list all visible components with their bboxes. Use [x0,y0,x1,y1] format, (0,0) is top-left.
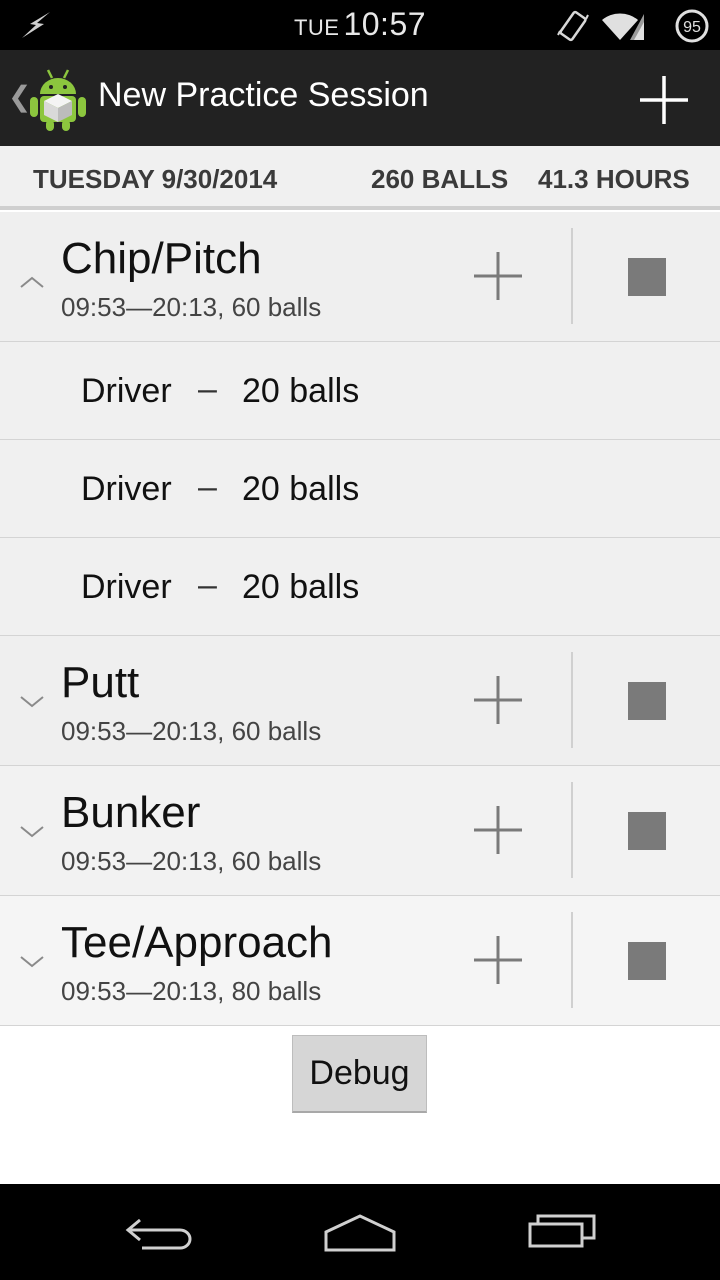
item-count: 20 balls [242,372,360,410]
add-to-group-button[interactable] [470,248,526,304]
add-to-group-button[interactable] [470,932,526,988]
debug-button[interactable]: Debug [292,1035,427,1113]
group-name: Bunker [61,788,201,837]
page-title: New Practice Session [98,76,429,114]
vibrate-icon [557,10,589,42]
chevron-down-icon [20,826,44,838]
group-name: Chip/Pitch [61,234,262,283]
group-detail: 09:53—20:13, 60 balls [61,292,322,322]
stop-button[interactable] [628,942,666,980]
android-logo-icon [30,69,86,131]
group-detail: 09:53—20:13, 80 balls [61,976,322,1006]
back-icon[interactable] [120,1208,200,1256]
item-separator: – [198,468,217,506]
group-row-chip-pitch[interactable]: Chip/Pitch 09:53—20:13, 60 balls [0,212,720,342]
group-row-putt[interactable]: Putt 09:53—20:13, 60 balls [0,636,720,766]
add-to-group-button[interactable] [470,672,526,728]
item-club: Driver [81,568,172,606]
item-count: 20 balls [242,470,360,508]
item-club: Driver [81,372,172,410]
stop-button[interactable] [628,682,666,720]
group-row-tee-approach[interactable]: Tee/Approach 09:53—20:13, 80 balls [0,896,720,1026]
recent-apps-icon[interactable] [522,1208,602,1256]
divider [571,912,573,1008]
status-bar: TUE 10:57 95 [0,0,720,50]
item-separator: – [198,370,217,408]
session-date: TUESDAY 9/30/2014 [33,164,278,194]
battery-icon: 95 [675,9,709,43]
stop-button[interactable] [628,812,666,850]
clock-day: TUE [293,15,340,40]
chevron-down-icon [20,956,44,968]
action-bar: ❮ New Practice Session [0,50,720,146]
clock-time: 10:57 [343,6,427,42]
add-to-group-button[interactable] [470,802,526,858]
list-item[interactable]: Driver – 20 balls [0,538,720,636]
group-name: Putt [61,658,140,707]
group-name: Tee/Approach [61,918,333,967]
list-item[interactable]: Driver – 20 balls [0,440,720,538]
chevron-down-icon [20,696,44,708]
home-icon[interactable] [320,1208,400,1256]
list-item[interactable]: Driver – 20 balls [0,342,720,440]
group-row-bunker[interactable]: Bunker 09:53—20:13, 60 balls [0,766,720,896]
chevron-up-icon [20,276,44,288]
divider [571,782,573,878]
group-detail: 09:53—20:13, 60 balls [61,846,322,876]
item-club: Driver [81,470,172,508]
session-summary: TUESDAY 9/30/2014 260 BALLS 41.3 HOURS [0,146,720,210]
navigation-bar [0,1184,720,1280]
add-button[interactable] [628,64,700,136]
session-balls: 260 BALLS [371,164,509,194]
group-detail: 09:53—20:13, 60 balls [61,716,322,746]
item-count: 20 balls [242,568,360,606]
wifi-signal-icon [602,13,644,40]
divider [571,652,573,748]
item-separator: – [198,566,217,604]
divider [571,228,573,324]
stop-button[interactable] [628,258,666,296]
session-hours: 41.3 HOURS [538,164,690,194]
battery-level: 95 [683,19,701,36]
